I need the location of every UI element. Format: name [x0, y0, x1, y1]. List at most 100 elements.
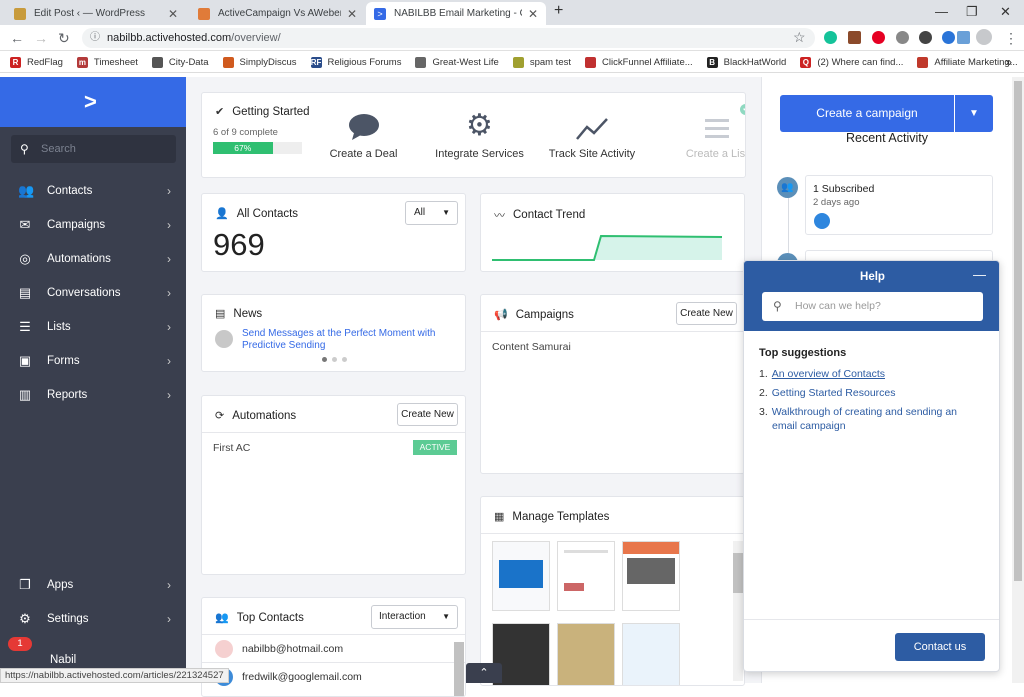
bookmark-item[interactable]: RF Religious Forums	[310, 56, 401, 68]
activecampaign-logo-icon[interactable]: >	[84, 89, 97, 115]
bookmark-item[interactable]: SimplyDiscus	[222, 56, 297, 68]
extension-icon[interactable]	[848, 31, 861, 44]
sidebar-item-forms[interactable]: ▣ Forms ›	[0, 346, 186, 376]
extension-icon[interactable]	[942, 31, 955, 44]
new-tab-icon[interactable]: +	[554, 2, 563, 20]
extension-icon[interactable]	[957, 31, 970, 44]
activity-item[interactable]: 1 Subscribed 2 days ago	[805, 175, 993, 235]
bookmark-label: BlackHatWorld	[723, 56, 787, 68]
window-close-icon[interactable]: ✕	[1000, 4, 1011, 20]
back-icon[interactable]: ←	[10, 30, 24, 46]
contact-us-button[interactable]: Contact us	[895, 633, 985, 661]
step-create-list[interactable]: Create a List	[677, 105, 745, 160]
bookmark-favicon-icon: RF	[310, 56, 322, 68]
create-dropdown-toggle[interactable]: ▼	[955, 95, 993, 132]
close-icon[interactable]: ✕	[168, 7, 178, 21]
url-field[interactable]: ⓘ nabilbb.activehosted.com/overview/	[82, 28, 815, 48]
step-integrate-services[interactable]: ⚙ Integrate Services	[432, 105, 527, 161]
bookmark-favicon-icon: B	[706, 56, 718, 68]
step-label: Integrate Services	[435, 148, 524, 160]
sidebar-item-lists[interactable]: ☰ Lists ›	[0, 312, 186, 342]
help-search-input[interactable]: ⚲ How can we help?	[762, 292, 983, 321]
reload-icon[interactable]: ↻	[58, 30, 70, 47]
bookmark-item[interactable]: m Timesheet	[76, 56, 138, 68]
scrollbar-thumb[interactable]	[1014, 81, 1022, 581]
browser-tab-active[interactable]: > NABILBB Email Marketing - Overv ✕	[366, 2, 546, 25]
extension-icon[interactable]	[896, 31, 909, 44]
bookmark-item[interactable]: ClickFunnel Affiliate...	[585, 56, 693, 68]
info-icon[interactable]: ⓘ	[90, 28, 100, 48]
automation-item[interactable]: First AC	[213, 442, 250, 454]
bookmark-item[interactable]: Affiliate Marketing...	[917, 56, 1018, 68]
step-create-deal[interactable]: Create a Deal	[326, 105, 401, 160]
menu-kebab-icon[interactable]: ⋮	[1004, 30, 1018, 47]
bookmark-item[interactable]: Q (2) Where can find...	[800, 56, 903, 68]
top-contacts-filter-select[interactable]: Interaction ▼	[371, 605, 458, 629]
sidebar-item-conversations[interactable]: ▤ Conversations ›	[0, 278, 186, 308]
manage-templates-card: ▦ Manage Templates	[480, 496, 745, 686]
create-campaign-button[interactable]: Create New	[676, 302, 737, 325]
sidebar-logo-bar: >	[0, 77, 186, 127]
sidebar-item-campaigns[interactable]: ✉ Campaigns ›	[0, 210, 186, 240]
contacts-filter-select[interactable]: All ▼	[405, 201, 458, 225]
top-contacts-scrollbar[interactable]	[454, 642, 464, 696]
restore-icon[interactable]: ❐	[966, 4, 978, 20]
apps-icon: ❐	[19, 577, 31, 592]
news-link[interactable]: Send Messages at the Perfect Moment with…	[242, 328, 457, 352]
pinterest-icon[interactable]	[872, 31, 885, 44]
templates-scrollbar[interactable]	[733, 541, 743, 681]
suggestion-link[interactable]: 1. An overview of Contacts	[759, 367, 885, 381]
sidebar-item-apps[interactable]: ❐ Apps ›	[0, 570, 186, 600]
list-item[interactable]: nabilbb@hotmail.com	[215, 640, 343, 658]
suggestion-link[interactable]: 2. Getting Started Resources	[759, 386, 896, 400]
carousel-dot[interactable]	[342, 357, 347, 362]
template-thumbnail[interactable]	[557, 541, 615, 611]
page-scrollbar[interactable]	[1012, 77, 1024, 683]
sidebar-item-reports[interactable]: ▥ Reports ›	[0, 380, 186, 410]
tab-title: ActiveCampaign Vs AWeber - Wh	[218, 8, 341, 19]
bookmark-favicon-icon	[585, 56, 596, 68]
carousel-dot[interactable]	[332, 357, 337, 362]
user-name: Nabil	[50, 654, 77, 666]
template-thumbnail[interactable]	[622, 623, 680, 685]
bookmark-item[interactable]: City-Data	[151, 56, 209, 68]
scroll-up-icon[interactable]: ⌃	[466, 663, 502, 683]
browser-tab[interactable]: ActiveCampaign Vs AWeber - Wh ✕	[190, 2, 365, 25]
sidebar-search-input[interactable]: ⚲ Search	[11, 135, 176, 163]
bookmark-label: Great-West Life	[432, 56, 499, 68]
create-campaign-button[interactable]: Create a campaign	[780, 95, 954, 132]
template-thumbnail[interactable]	[557, 623, 615, 685]
step-track-site-activity[interactable]: Track Site Activity	[547, 105, 637, 160]
sidebar-item-automations[interactable]: ◎ Automations ›	[0, 244, 186, 274]
close-icon[interactable]: ✕	[528, 7, 538, 21]
sidebar-item-settings[interactable]: ⚙ Settings ›	[0, 604, 186, 634]
bookmark-item[interactable]: Great-West Life	[415, 56, 499, 68]
bookmark-item[interactable]: B BlackHatWorld	[706, 56, 787, 68]
template-thumbnail[interactable]	[492, 541, 550, 611]
list-item[interactable]: fredwilk@googlemail.com	[215, 668, 362, 686]
page-favicon-icon	[198, 7, 210, 20]
sidebar-item-contacts[interactable]: 👥 Contacts ›	[0, 176, 186, 206]
newspaper-icon: ▤	[215, 308, 226, 320]
browser-tab[interactable]: Edit Post ‹ — WordPress ✕	[6, 2, 186, 25]
extension-icon[interactable]	[919, 31, 932, 44]
browser-tab-bar: Edit Post ‹ — WordPress ✕ ActiveCampaign…	[0, 0, 1024, 25]
create-automation-button[interactable]: Create New	[397, 403, 458, 426]
close-icon[interactable]: ✕	[347, 7, 357, 21]
forward-icon[interactable]: →	[34, 30, 48, 46]
bookmark-star-icon[interactable]: ☆	[793, 29, 806, 46]
minimize-icon[interactable]: —	[935, 4, 948, 19]
campaign-item[interactable]: Content Samurai	[492, 341, 571, 353]
suggestion-link[interactable]: 3. Walkthrough of creating and sending an…	[759, 405, 979, 433]
template-thumbnail[interactable]	[622, 541, 680, 611]
profile-avatar-icon[interactable]	[976, 29, 992, 45]
search-icon: ⚲	[773, 299, 782, 313]
carousel-dot[interactable]	[322, 357, 327, 362]
grammarly-icon[interactable]	[824, 31, 837, 44]
bookmark-item[interactable]: spam test	[512, 56, 571, 68]
bookmark-item[interactable]: R RedFlag	[10, 56, 63, 68]
card-title: Manage Templates	[512, 510, 610, 523]
minimize-icon[interactable]: —	[973, 267, 986, 282]
activity-time: 2 days ago	[813, 197, 860, 208]
bookmarks-overflow-icon[interactable]: »	[1005, 55, 1012, 69]
